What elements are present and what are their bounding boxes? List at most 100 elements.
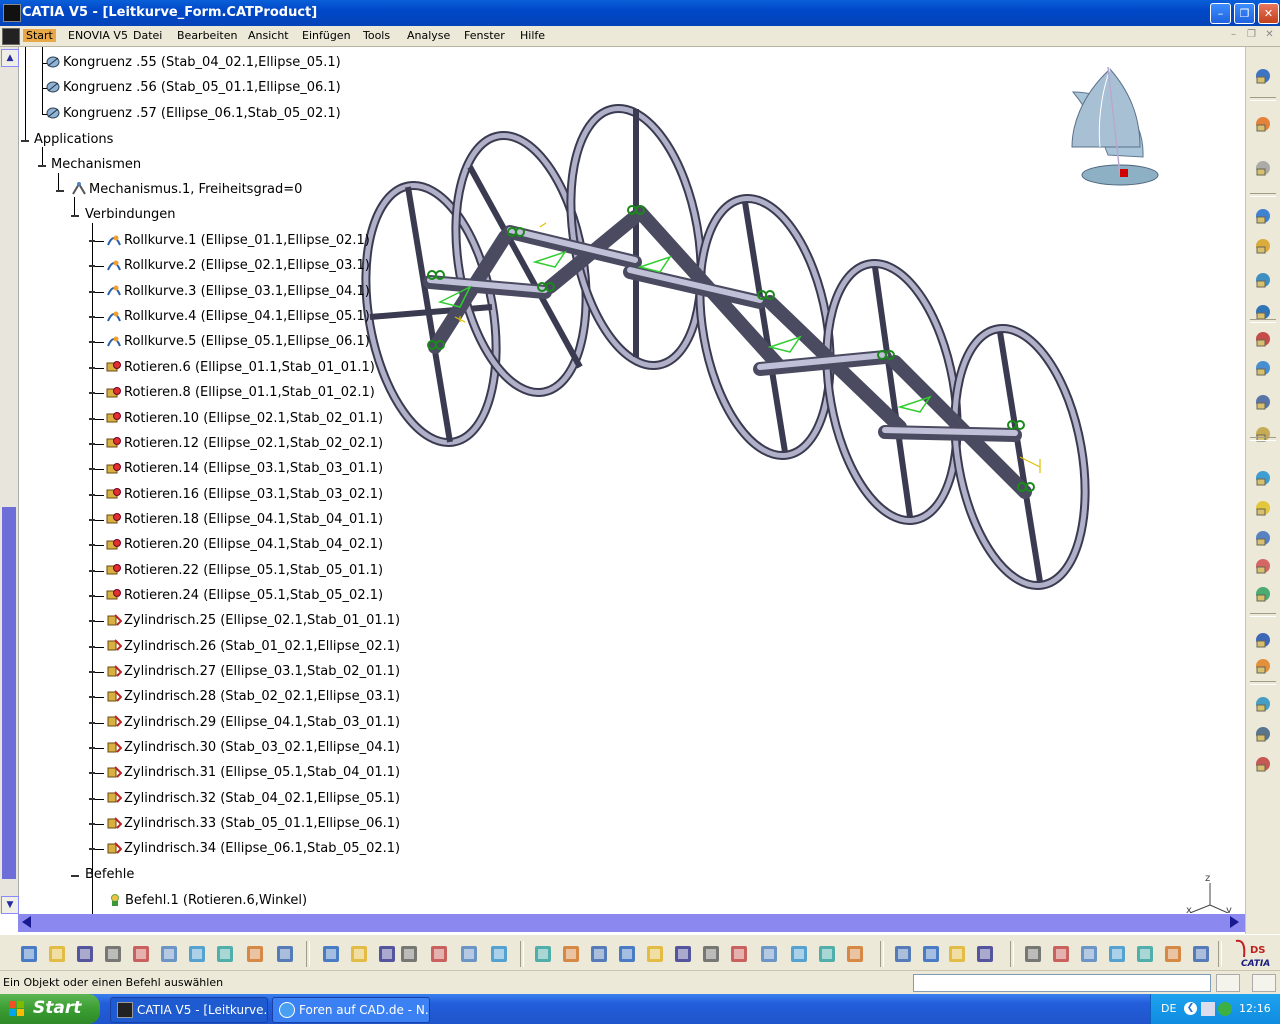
- scroll-left-button[interactable]: [22, 916, 31, 928]
- tree-vertical-scrollbar[interactable]: ▲ ▼: [0, 47, 19, 914]
- fit-all-icon[interactable]: [560, 943, 582, 965]
- simulation-icon[interactable]: [1252, 328, 1274, 350]
- reuse-icon[interactable]: [974, 943, 996, 965]
- zoom-out-icon[interactable]: [672, 943, 694, 965]
- fixed-part-icon[interactable]: [1252, 723, 1274, 745]
- normal-view-icon[interactable]: [700, 943, 722, 965]
- language-indicator[interactable]: DE: [1161, 1002, 1176, 1015]
- analysis-icon[interactable]: [1252, 467, 1274, 489]
- scroll-up-button[interactable]: ▲: [1, 49, 19, 67]
- minimize-button[interactable]: –: [1210, 3, 1231, 24]
- tree-item-joint[interactable]: Zylindrisch.29 (Ellipse_04.1,Stab_03_01.…: [89, 713, 400, 733]
- pan-icon[interactable]: [588, 943, 610, 965]
- tree-item-joint[interactable]: Rotieren.18 (Ellipse_04.1,Stab_04_01.1): [89, 510, 383, 530]
- tray-chevron-icon[interactable]: ❮: [1184, 1002, 1197, 1015]
- scroll-right-button[interactable]: [1230, 916, 1239, 928]
- shading-icon[interactable]: [788, 943, 810, 965]
- compass-icon[interactable]: [1071, 66, 1159, 186]
- command-input[interactable]: [913, 974, 1211, 992]
- task-browser[interactable]: Foren auf CAD.de - N...: [272, 997, 430, 1023]
- hide-show-icon[interactable]: [816, 943, 838, 965]
- tree-item-joint[interactable]: Rollkurve.5 (Ellipse_05.1,Ellipse_06.1): [89, 332, 370, 352]
- select-arrow-icon[interactable]: [1252, 113, 1274, 135]
- tree-item-joint[interactable]: Zylindrisch.25 (Ellipse_02.1,Stab_01_01.…: [89, 611, 400, 631]
- tree-item-joint[interactable]: Zylindrisch.31 (Ellipse_05.1,Stab_04_01.…: [89, 763, 400, 783]
- maximize-button[interactable]: ❐: [1234, 3, 1255, 24]
- catalog-table-icon[interactable]: [398, 943, 420, 965]
- lock-icon[interactable]: [458, 943, 480, 965]
- ellipse-wheel-3[interactable]: [552, 98, 719, 376]
- light-icon[interactable]: [1190, 943, 1212, 965]
- generic-joint-icon[interactable]: [1252, 655, 1274, 677]
- tree-item-joint[interactable]: Rollkurve.1 (Ellipse_01.1,Ellipse_02.1): [89, 231, 370, 251]
- menu-start[interactable]: Start: [23, 29, 56, 42]
- measure-icon[interactable]: [1252, 497, 1274, 519]
- menu-ansicht[interactable]: Ansicht: [248, 29, 289, 42]
- tree-item-joint[interactable]: Zylindrisch.30 (Stab_03_02.1,Ellipse_04.…: [89, 738, 400, 758]
- catia-menu-icon[interactable]: [2, 28, 20, 45]
- save-icon[interactable]: [74, 943, 96, 965]
- rotate-view-icon[interactable]: [616, 943, 638, 965]
- tree-item-joint[interactable]: Rollkurve.3 (Ellipse_03.1,Ellipse_04.1): [89, 282, 370, 302]
- tree-item-joint[interactable]: Rotieren.22 (Ellipse_05.1,Stab_05_01.1): [89, 561, 383, 581]
- paste-special-icon[interactable]: [946, 943, 968, 965]
- tree-item-joint[interactable]: Rotieren.6 (Ellipse_01.1,Stab_01_01.1): [89, 358, 375, 378]
- fly-mode-icon[interactable]: [532, 943, 554, 965]
- snap-icon[interactable]: [1022, 943, 1044, 965]
- light-bulb-icon[interactable]: [376, 943, 398, 965]
- whats-this-icon[interactable]: [274, 943, 296, 965]
- swept-volume-icon[interactable]: [1252, 391, 1274, 413]
- redo-icon[interactable]: [244, 943, 266, 965]
- mechanism-assembly-icon[interactable]: [1252, 235, 1274, 257]
- tree-item-joint[interactable]: Zylindrisch.27 (Ellipse_03.1,Stab_02_01.…: [89, 662, 400, 682]
- multi-view-icon[interactable]: [728, 943, 750, 965]
- tree-item-befehle[interactable]: Befehle: [85, 865, 134, 885]
- scroll-down-button[interactable]: ▼: [1, 896, 19, 914]
- copy-icon[interactable]: [158, 943, 180, 965]
- menu-tools[interactable]: Tools: [363, 29, 390, 42]
- sensor-icon[interactable]: [1252, 423, 1274, 445]
- distance-icon[interactable]: [1252, 583, 1274, 605]
- tree-item-joint[interactable]: Zylindrisch.34 (Ellipse_06.1,Stab_05_02.…: [89, 839, 400, 859]
- menu-bearbeiten[interactable]: Bearbeiten: [177, 29, 237, 42]
- cut-icon[interactable]: [130, 943, 152, 965]
- color-icon[interactable]: [1162, 943, 1184, 965]
- tree-item-joint[interactable]: Rotieren.12 (Ellipse_02.1,Stab_02_02.1): [89, 434, 383, 454]
- knowledge-advisor-icon[interactable]: [348, 943, 370, 965]
- product-icon[interactable]: [1134, 943, 1156, 965]
- tree-item-joint[interactable]: Rotieren.14 (Ellipse_03.1,Stab_03_01.1): [89, 459, 383, 479]
- open-file-icon[interactable]: [46, 943, 68, 965]
- menu-enovia[interactable]: ENOVIA V5: [68, 29, 128, 42]
- compile-simulation-icon[interactable]: [1252, 357, 1274, 379]
- ellipse-wheel-5[interactable]: [808, 253, 975, 531]
- tree-item-joint[interactable]: Rotieren.16 (Ellipse_03.1,Stab_03_02.1): [89, 485, 383, 505]
- law-icon[interactable]: [1252, 629, 1274, 651]
- tree-item-joint[interactable]: Rotieren.10 (Ellipse_02.1,Stab_02_01.1): [89, 409, 383, 429]
- mdi-restore-button[interactable]: ❐: [1244, 29, 1259, 42]
- tree-expand-icon[interactable]: [428, 943, 450, 965]
- ellipse-wheel-4[interactable]: [681, 188, 848, 466]
- gear-tool-icon[interactable]: [1252, 157, 1274, 179]
- menu-datei[interactable]: Datei: [133, 29, 162, 42]
- clash-icon[interactable]: [1252, 555, 1274, 577]
- mdi-close-button[interactable]: ✕: [1262, 29, 1277, 42]
- sketch-tool-icon[interactable]: [1252, 65, 1274, 87]
- mechanism-model[interactable]: [360, 98, 1104, 596]
- forward-icon[interactable]: [1078, 943, 1100, 965]
- status-button-2[interactable]: [1252, 974, 1276, 992]
- start-button[interactable]: Start: [0, 994, 100, 1024]
- close-button[interactable]: ✕: [1258, 3, 1279, 24]
- new-file-icon[interactable]: [18, 943, 40, 965]
- undo-icon[interactable]: [214, 943, 236, 965]
- tree-item-joint[interactable]: Rollkurve.2 (Ellipse_02.1,Ellipse_03.1): [89, 256, 370, 276]
- menu-analyse[interactable]: Analyse: [407, 29, 450, 42]
- tree-item-joint[interactable]: Rotieren.20 (Ellipse_04.1,Stab_04_02.1): [89, 535, 383, 555]
- network-icon[interactable]: [1201, 1002, 1215, 1016]
- update-icon[interactable]: [1252, 205, 1274, 227]
- tree-item-joint[interactable]: Zylindrisch.28 (Stab_02_02.1,Ellipse_03.…: [89, 687, 400, 707]
- graph-icon[interactable]: [488, 943, 510, 965]
- joint-creation-icon[interactable]: [1252, 269, 1274, 291]
- swap-space-icon[interactable]: [844, 943, 866, 965]
- scroll-thumb[interactable]: [2, 507, 16, 879]
- next-arrow-icon[interactable]: [920, 943, 942, 965]
